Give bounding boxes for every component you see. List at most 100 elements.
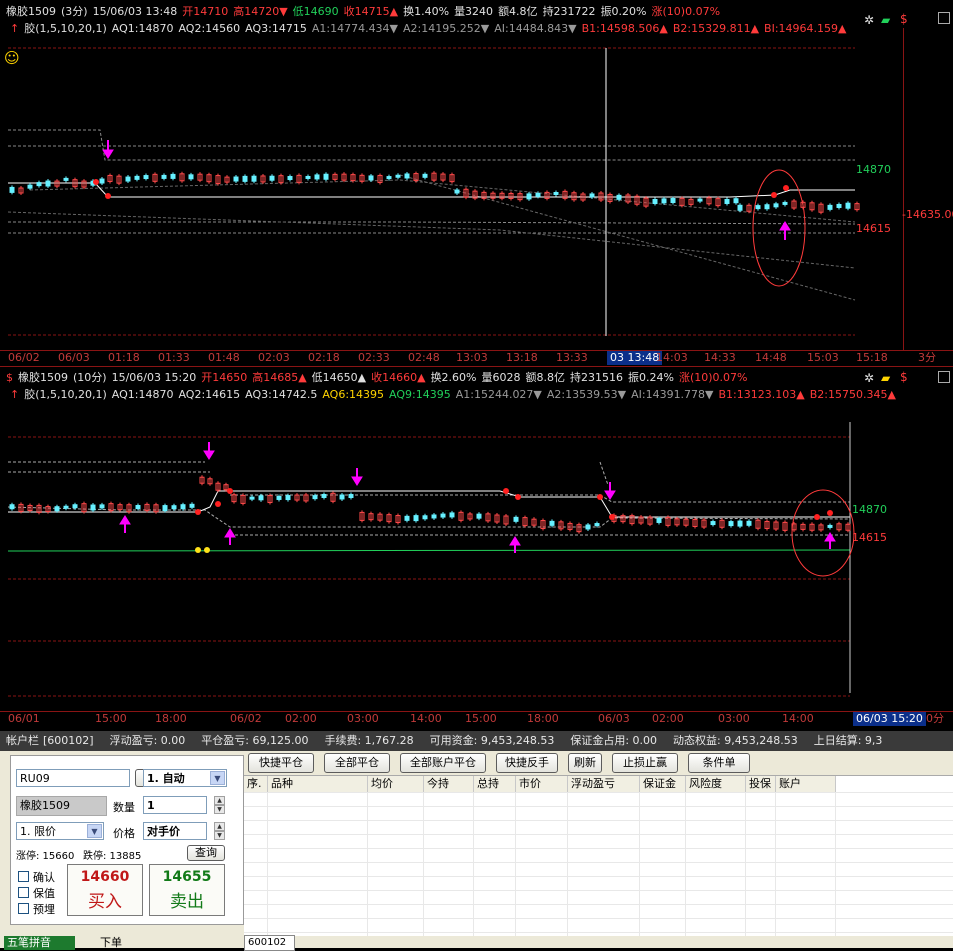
period-tab[interactable]: 3分 <box>918 351 936 365</box>
time-tick: 13:18 <box>506 351 538 364</box>
time-tick: 06/03 <box>598 712 630 725</box>
column-divider <box>473 792 474 936</box>
toolbar-button[interactable]: 全部账户平仓 <box>400 753 486 773</box>
time-tick: 06/02 <box>8 351 40 364</box>
table-header[interactable]: 总持 <box>474 776 516 792</box>
candle <box>314 174 320 180</box>
candle <box>368 175 374 181</box>
candle <box>553 192 559 196</box>
table-header[interactable]: 保证金 <box>640 776 686 792</box>
candle <box>454 189 460 194</box>
candle <box>652 198 658 204</box>
chart-panel-3min[interactable]: 橡胶1509 (3分) 15/06/03 13:48 开14710 高14720▼ 低14… <box>0 0 953 366</box>
candle <box>670 198 676 204</box>
confirm-checkbox[interactable] <box>18 871 29 882</box>
query-button[interactable]: 查询 <box>187 845 225 861</box>
toolbar-button[interactable]: 条件单 <box>688 753 750 773</box>
candle <box>170 173 176 179</box>
table-header[interactable]: 均价 <box>368 776 424 792</box>
candle <box>764 204 770 210</box>
candle <box>135 505 141 510</box>
price-input[interactable]: 对手价 <box>143 822 207 840</box>
time-tick: 18:00 <box>155 712 187 725</box>
table-header[interactable]: 浮动盈亏 <box>568 776 640 792</box>
candle <box>258 495 264 501</box>
row-divider <box>244 820 953 821</box>
price-up-icon[interactable]: ▲ <box>214 822 225 831</box>
candle <box>188 174 194 180</box>
chart2-lower-price: 14615 <box>852 531 887 544</box>
preset-checkbox[interactable] <box>18 903 29 914</box>
candle <box>249 496 255 500</box>
toolbar-button[interactable]: 快捷平仓 <box>248 753 314 773</box>
chart2-plot[interactable] <box>0 367 953 729</box>
table-header[interactable]: 投保 <box>746 776 776 792</box>
close-pl: 平仓盈亏: 69,125.00 <box>201 734 309 747</box>
candle <box>413 515 419 522</box>
table-header[interactable]: 风险度 <box>686 776 746 792</box>
candle <box>287 176 293 181</box>
column-divider <box>775 792 776 936</box>
preset-label: 预埋 <box>33 903 55 916</box>
hedge-checkbox[interactable] <box>18 887 29 898</box>
tab-account[interactable]: 600102 <box>244 935 295 951</box>
table-header[interactable]: 市价 <box>516 776 568 792</box>
chevron-down-icon[interactable]: ▼ <box>87 824 102 838</box>
chart-panel-10min[interactable]: $ 橡胶1509 (10分) 15/06/03 15:20 开14650 高14685▲ 低… <box>0 366 953 729</box>
qty-input[interactable]: 1 <box>143 796 207 814</box>
table-header[interactable]: 今持 <box>424 776 474 792</box>
time-tick: 02:00 <box>285 712 317 725</box>
table-header[interactable]: 序. <box>244 776 268 792</box>
candle <box>526 193 532 200</box>
mode-select[interactable]: 1. 自动 ▼ <box>143 769 227 787</box>
candle <box>285 495 291 501</box>
candle <box>513 516 519 522</box>
column-divider <box>423 792 424 936</box>
qty-up-icon[interactable]: ▲ <box>214 796 225 805</box>
candle <box>9 504 15 510</box>
toolbar-button[interactable]: 止损止赢 <box>612 753 678 773</box>
price-label: 价格 <box>113 827 135 840</box>
time-tick: 02:33 <box>358 351 390 364</box>
column-divider <box>567 792 568 936</box>
candle <box>386 176 392 180</box>
chart1-plot[interactable] <box>0 0 953 366</box>
toolbar-button[interactable]: 刷新 <box>568 753 602 773</box>
candle <box>99 504 105 509</box>
candle <box>710 521 716 526</box>
code-input[interactable]: RU09 <box>16 769 130 787</box>
candle <box>724 198 730 204</box>
candle <box>134 175 140 180</box>
chevron-down-icon[interactable]: ▼ <box>210 771 225 785</box>
time-tick: 06/02 <box>230 712 262 725</box>
candle <box>404 515 410 521</box>
time-tick: 14:03 <box>656 351 688 364</box>
candle <box>476 513 482 519</box>
candle <box>431 514 437 519</box>
limit-down: 跌停: 13885 <box>83 851 142 862</box>
positions-table[interactable]: 序. 品种 均价 今持 总持 市价 浮动盈亏 保证金 风险度 投保 账户 <box>244 775 953 936</box>
table-header[interactable]: 账户 <box>776 776 836 792</box>
sell-label: 卖出 <box>170 892 204 912</box>
candle <box>585 524 591 530</box>
candle <box>746 520 752 526</box>
price-down-icon[interactable]: ▼ <box>214 831 225 840</box>
toolbar-button[interactable]: 快捷反手 <box>496 753 558 773</box>
contract-name: 橡胶1509 <box>16 796 107 816</box>
time-tick: 15:03 <box>807 351 839 364</box>
buy-button[interactable]: 14660 买入 <box>67 864 143 916</box>
period-tab[interactable]: 0分 <box>926 712 944 726</box>
candle <box>737 204 743 211</box>
toolbar-button[interactable]: 全部平仓 <box>324 753 390 773</box>
qty-down-icon[interactable]: ▼ <box>214 805 225 814</box>
price-type-select[interactable]: 1. 限价 ▼ <box>16 822 104 840</box>
time-tick: 15:00 <box>95 712 127 725</box>
candle <box>180 504 186 510</box>
limit-up: 涨停: 15660 <box>16 851 75 862</box>
candle <box>162 505 168 512</box>
table-header[interactable]: 品种 <box>268 776 368 792</box>
position-toolbar: 快捷平仓 全部平仓 全部账户平仓 快捷反手 刷新 止损止赢 条件单 <box>248 753 953 775</box>
account-bar: 帐户栏 [600102] 浮动盈亏: 0.00 平仓盈亏: 69,125.00 手续费:… <box>0 731 953 751</box>
sell-button[interactable]: 14655 卖出 <box>149 864 225 916</box>
time-tick: 01:48 <box>208 351 240 364</box>
